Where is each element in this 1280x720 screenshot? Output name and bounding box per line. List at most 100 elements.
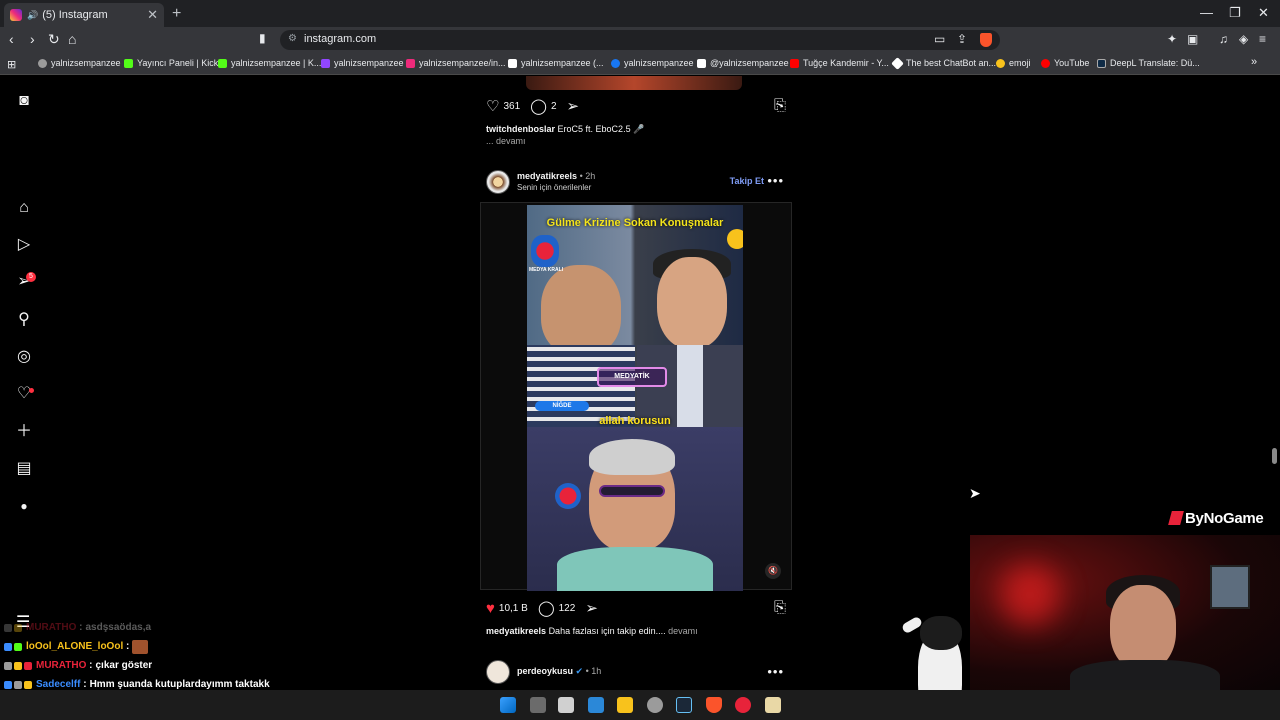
profile-avatar[interactable]: ●	[15, 497, 33, 515]
reel-container[interactable]: MEDYA KRALI Gülme Krizine Sokan Konuşmal…	[480, 202, 792, 591]
more-link[interactable]: ... devamı	[486, 136, 526, 146]
avatar[interactable]	[486, 660, 510, 684]
bookmark-icon[interactable]: ▮	[259, 31, 266, 45]
media-icon[interactable]: ♫	[1219, 32, 1228, 46]
back-icon[interactable]: ‹	[9, 31, 14, 47]
mute-icon[interactable]: 🔇	[765, 563, 781, 579]
verified-icon: ✔	[575, 666, 584, 676]
instagram-icon	[406, 58, 415, 68]
apps-grid-icon[interactable]: ⊞	[7, 58, 16, 71]
cast-icon[interactable]: ▭	[934, 32, 945, 46]
app-red-icon[interactable]	[735, 697, 751, 713]
comment-icon[interactable]: ◯	[530, 97, 547, 115]
share-icon[interactable]: ➢	[567, 97, 580, 115]
windows-start-icon[interactable]	[500, 697, 516, 713]
person-right	[657, 257, 727, 349]
bookmark-12[interactable]: DeepL Translate: Dü...	[1097, 58, 1200, 68]
bookmark-8[interactable]: Tuğçe Kandemir - Y...	[790, 58, 889, 68]
task-view-icon[interactable]	[530, 697, 546, 713]
site-info-icon[interactable]: ⚙	[288, 33, 297, 44]
instagram-logo-icon[interactable]: ◙	[15, 92, 33, 110]
jacket	[557, 547, 713, 591]
caption-text: Daha fazlası için takip edin....	[548, 626, 666, 636]
like-icon[interactable]: ♡	[486, 97, 499, 115]
home-icon[interactable]: ⌂	[68, 31, 76, 47]
tab-instagram[interactable]: 🔊 (5) Instagram ✕	[4, 3, 164, 27]
new-notification-dot	[29, 388, 34, 393]
brave-shield-icon[interactable]	[980, 33, 992, 47]
glasses	[599, 485, 665, 497]
dashboard-icon[interactable]: ▤	[15, 460, 33, 478]
share-icon[interactable]: ➢	[585, 599, 598, 617]
menu-icon[interactable]: ≡	[1259, 32, 1266, 46]
toolbar: ‹ › ↻ ⌂ ▮ ⚙ instagram.com ▭ ⇪ ✦ ▣ ♫ ◈ ≡	[0, 27, 1280, 53]
caption-username[interactable]: medyatikreels	[486, 626, 546, 636]
share-icon[interactable]: ⇪	[957, 32, 967, 46]
brave-browser-icon[interactable]	[706, 697, 722, 713]
post-username[interactable]: medyatikreels • 2h	[517, 171, 595, 181]
kick-icon	[124, 58, 133, 68]
new-tab-button[interactable]: +	[172, 5, 181, 23]
minimize-icon[interactable]: —	[1200, 5, 1213, 20]
bookmark-11[interactable]: YouTube	[1041, 58, 1089, 68]
previous-post-media[interactable]	[526, 76, 742, 90]
home-icon[interactable]: ⌂	[15, 199, 33, 217]
more-bookmarks-icon[interactable]: »	[1251, 56, 1257, 68]
liked-heart-icon[interactable]: ♥	[486, 600, 495, 617]
bookmark-5[interactable]: yalnizsempanzee (...	[508, 58, 604, 68]
chat-badge-icon	[4, 623, 12, 632]
bookmark-1[interactable]: Yayıncı Paneli | Kick	[124, 58, 218, 68]
chat-badge-icon	[24, 661, 32, 670]
bookmark-7[interactable]: @yalnizsempanzee	[697, 58, 789, 68]
photos-icon[interactable]	[588, 697, 604, 713]
taskbar	[0, 690, 1280, 720]
bookmark-10[interactable]: emoji	[996, 58, 1031, 68]
bookmark-9[interactable]: The best ChatBot an...	[891, 56, 996, 70]
bookmark-6[interactable]: yalnizsempanzee	[611, 58, 694, 68]
steam-icon[interactable]	[676, 697, 692, 713]
more-options-icon[interactable]: •••	[767, 173, 784, 188]
emoji-icon	[996, 58, 1005, 68]
close-window-icon[interactable]: ✕	[1258, 5, 1269, 21]
close-tab-icon[interactable]: ✕	[147, 7, 158, 23]
vpn-icon[interactable]: ◈	[1239, 32, 1248, 46]
bynogame-mark-icon	[1168, 511, 1184, 525]
url-text: instagram.com	[304, 33, 377, 45]
explore-icon[interactable]: ◎	[15, 348, 33, 366]
reel-video[interactable]: MEDYA KRALI Gülme Krizine Sokan Konuşmal…	[527, 205, 743, 591]
file-explorer-icon[interactable]	[617, 697, 633, 713]
caption-username[interactable]: twitchdenboslar	[486, 124, 555, 134]
reload-icon[interactable]: ↻	[48, 31, 60, 48]
reels-icon[interactable]: ▷	[15, 236, 33, 254]
sidebar-icon[interactable]: ▣	[1187, 32, 1198, 46]
save-icon[interactable]: ⎘	[774, 599, 786, 616]
sponsor-logo: ByNoGame	[1168, 510, 1264, 527]
comment-icon[interactable]: ◯	[538, 599, 555, 617]
app-icon[interactable]	[558, 697, 574, 713]
obs-icon[interactable]	[647, 697, 663, 713]
page-scrollbar[interactable]	[1272, 448, 1277, 464]
bookmark-3[interactable]: yalnizsempanzee	[321, 58, 404, 68]
forward-icon[interactable]: ›	[30, 31, 35, 47]
post-username[interactable]: perdeoykusu ✔ • 1h	[517, 666, 601, 677]
app-image-icon[interactable]	[765, 697, 781, 713]
address-bar[interactable]: ⚙ instagram.com	[280, 30, 1000, 50]
restore-icon[interactable]: ❐	[1229, 5, 1241, 21]
bookmark-0[interactable]: yalnizsempanzee	[38, 58, 121, 68]
chat-message: loOol_ALONE_loOol :	[4, 637, 464, 656]
post-header-1: medyatikreels • 2h Senin için önerilenle…	[486, 170, 786, 200]
save-icon[interactable]: ⎘	[774, 97, 786, 114]
search-icon[interactable]: ⚲	[15, 311, 33, 329]
tab-title: (5) Instagram	[42, 9, 108, 21]
avatar[interactable]	[486, 170, 510, 194]
chat-username: MURATHO	[26, 622, 77, 633]
extensions-icon[interactable]: ✦	[1167, 32, 1177, 46]
follow-button[interactable]: Takip Et	[730, 176, 764, 186]
create-icon[interactable]: ＋	[15, 423, 33, 441]
bookmark-2[interactable]: yalnizsempanzee | K...	[218, 58, 321, 68]
more-link[interactable]: devamı	[668, 626, 698, 636]
chat-badge-icon	[14, 680, 22, 689]
bookmark-4[interactable]: yalnizsempanzee/in...	[406, 58, 506, 68]
post-time: • 2h	[579, 171, 596, 181]
more-options-icon[interactable]: •••	[767, 664, 784, 679]
